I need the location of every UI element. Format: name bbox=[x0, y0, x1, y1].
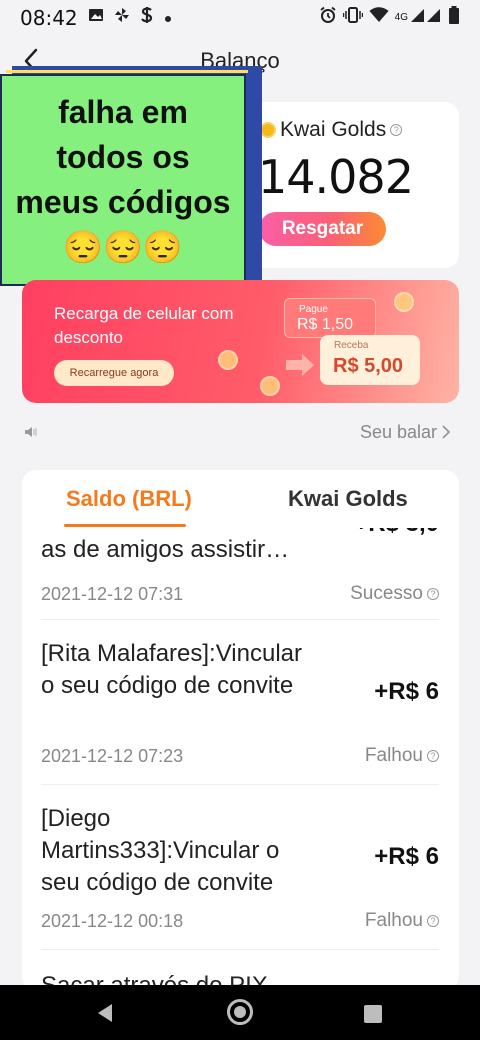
transaction-status: Falhou ? bbox=[365, 910, 439, 932]
transaction-status: Falhou ? bbox=[365, 745, 439, 767]
overlay-line: todos os bbox=[56, 139, 190, 175]
status-time: 08:42 bbox=[20, 6, 78, 30]
recharge-button[interactable]: Recarregue agora bbox=[54, 360, 174, 386]
transaction-status-text: Sucesso bbox=[350, 583, 423, 604]
transaction-item[interactable]: Sacar através do PIX bbox=[41, 950, 439, 990]
pay-tag: Pague R$ 1,50 bbox=[284, 298, 376, 338]
vibrate-icon bbox=[342, 7, 363, 29]
overlay-line: falha em bbox=[58, 94, 188, 130]
chevron-right-icon bbox=[442, 425, 451, 439]
help-icon[interactable]: ? bbox=[427, 588, 439, 600]
golds-label: Kwai Golds ? bbox=[260, 118, 403, 142]
transaction-amount: +R$ 6 bbox=[374, 843, 439, 870]
transaction-status-text: Falhou bbox=[364, 745, 423, 766]
pay-value: R$ 1,50 bbox=[297, 316, 354, 333]
nav-back-icon[interactable] bbox=[96, 1003, 114, 1023]
dot-icon bbox=[164, 7, 172, 29]
signal-icon bbox=[410, 7, 442, 29]
alarm-icon bbox=[319, 6, 337, 30]
receive-tag: Receba R$ 5,00 bbox=[320, 335, 420, 385]
redeem-button[interactable]: Resgatar bbox=[259, 212, 386, 246]
speaker-icon bbox=[25, 427, 37, 437]
transactions-card: Saldo (BRL) Kwai Golds as de amigos assi… bbox=[22, 470, 459, 990]
coin-icon bbox=[260, 122, 276, 138]
coin-icon bbox=[394, 292, 414, 312]
image-icon bbox=[88, 7, 104, 29]
golds-value: 14.082 bbox=[258, 150, 414, 204]
transaction-amount: +R$ 3,0 bbox=[354, 528, 439, 538]
transaction-title: [Rita Malafares]:Vincular o seu código d… bbox=[41, 640, 302, 699]
transaction-list[interactable]: as de amigos assistir… +R$ 3,0 2021-12-1… bbox=[22, 528, 459, 990]
battery-icon bbox=[448, 6, 460, 30]
golds-label-text: Kwai Golds bbox=[280, 118, 387, 141]
overlay-accent bbox=[6, 70, 248, 73]
overlay-emoji: 😔😔😔 bbox=[63, 229, 183, 265]
network-type: 4G bbox=[394, 12, 408, 23]
tab-indicator bbox=[64, 524, 186, 527]
transaction-date: 2021-12-12 00:18 bbox=[41, 911, 184, 931]
overlay-box: falha em todos os meus códigos 😔😔😔 bbox=[0, 74, 246, 286]
transaction-title: as de amigos assistir… bbox=[41, 536, 290, 563]
notice-row[interactable]: Seu balar bbox=[22, 418, 459, 448]
notice-text: Seu balar bbox=[359, 422, 437, 442]
help-icon[interactable]: ? bbox=[427, 750, 439, 762]
transaction-amount: +R$ 6 bbox=[374, 678, 439, 705]
transaction-title: [Diego Martins333]:Vincular o seu código… bbox=[41, 805, 280, 896]
pay-label: Pague bbox=[299, 304, 328, 315]
overlay-line: meus códigos bbox=[15, 184, 231, 220]
coin-icon bbox=[260, 376, 280, 396]
nav-home-icon[interactable] bbox=[227, 999, 253, 1025]
pinwheel-icon bbox=[114, 7, 130, 29]
wifi-icon bbox=[369, 7, 389, 29]
promo-title: Recarga de celular com desconto bbox=[54, 304, 234, 347]
transaction-date: 2021-12-12 07:31 bbox=[41, 584, 184, 604]
transaction-status-text: Falhou bbox=[364, 910, 423, 931]
help-icon[interactable]: ? bbox=[427, 915, 439, 927]
transaction-item[interactable]: as de amigos assistir… +R$ 3,0 2021-12-1… bbox=[41, 528, 439, 620]
coin-icon bbox=[218, 350, 238, 370]
transaction-date: 2021-12-12 07:23 bbox=[41, 746, 184, 766]
tab-kwai-golds[interactable]: Kwai Golds bbox=[288, 486, 408, 512]
dollar-icon bbox=[140, 6, 154, 30]
transaction-item[interactable]: [Diego Martins333]:Vincular o seu código… bbox=[41, 785, 439, 950]
overlay-caption: falha em todos os meus códigos 😔😔😔 bbox=[0, 66, 262, 290]
transaction-status: Sucesso ? bbox=[350, 583, 439, 605]
system-nav-bar bbox=[0, 985, 480, 1040]
nav-recents-icon[interactable] bbox=[364, 1005, 382, 1023]
help-icon[interactable]: ? bbox=[390, 124, 403, 136]
arrow-right-icon bbox=[286, 354, 314, 376]
transaction-item[interactable]: [Rita Malafares]:Vincular o seu código d… bbox=[41, 620, 439, 785]
status-bar: 08:42 4G bbox=[0, 0, 480, 36]
tab-saldo[interactable]: Saldo (BRL) bbox=[66, 486, 192, 512]
promo-banner[interactable]: Recarga de celular com desconto Recarreg… bbox=[22, 280, 459, 403]
receive-value: R$ 5,00 bbox=[333, 355, 404, 377]
receive-label: Receba bbox=[334, 340, 369, 351]
